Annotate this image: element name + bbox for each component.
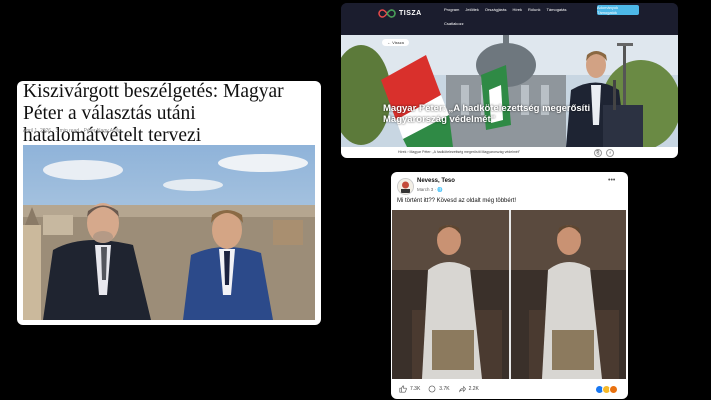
page-name[interactable]: Nevess, Teso [417,178,455,184]
facebook-post: Nevess, Teso March 3 · 🌐 ••• Mi történt … [391,172,628,399]
post-image[interactable] [392,210,626,379]
nav-item-rolunk[interactable]: Rólunk [528,7,540,12]
nav-item-csatlakozz[interactable]: Csatlakozz [444,21,464,26]
article-card: Kiszivárgott beszélgetés: Magyar Péter a… [17,81,321,325]
avatar[interactable] [397,178,414,195]
reactions-summary[interactable] [595,385,618,394]
facebook-icon[interactable]: f [606,149,614,157]
share-count: 2.2K [468,386,479,392]
nav-item-program[interactable]: Program [444,7,459,12]
share-button[interactable]: 2.2K [458,385,479,393]
nav-item-hirek[interactable]: Hírek [512,7,522,12]
nav-item-tamogatas[interactable]: Támogatás [546,7,566,12]
comment-button[interactable]: 3.7K [428,385,450,393]
tisza-headline: Magyar Péter: „A hadkötelezettség megerő… [383,103,591,125]
link-icon[interactable]: ⎘ [594,149,602,157]
share-buttons: ⎘ f [594,149,614,157]
breadcrumb[interactable]: Hírek › Magyar Péter: „A hadkötelezettsé… [398,150,520,154]
like-count: 7.3K [410,386,421,392]
tisza-hero-image: ← Vissza Magyar Péter: „A hadkötelezetts… [341,35,678,147]
post-date[interactable]: March 3 · 🌐 [417,187,443,193]
tisza-logo[interactable]: TISZA [378,9,422,18]
article-title[interactable]: Kiszivárgott beszélgetés: Magyar Péter a… [23,81,319,147]
tisza-website: TISZA Program Jelöltek Országjárás Hírek… [341,3,678,158]
nav-item-orszagjaras[interactable]: Országjárás [485,7,507,12]
comment-count: 3.7K [439,386,450,392]
more-options-icon[interactable]: ••• [608,177,615,184]
post-footer: 7.3K 3.7K 2.2K [391,379,628,399]
thumbs-up-icon [399,385,407,393]
angry-reaction-icon [609,385,618,394]
like-button[interactable]: 7.3K [399,385,420,393]
post-caption: Mi történt itt?? Kövesd az oldalt még tö… [397,198,517,204]
tisza-cta-button[interactable]: Adományok Támogatók [597,5,639,15]
infinity-logo-icon [378,9,396,18]
article-meta: April 1, 2026 · 3 min read · Péter Nagy … [23,128,121,134]
tisza-breadcrumb-bar: Hírek › Magyar Péter: „A hadkötelezettsé… [341,147,678,158]
tisza-nav-items: Program Jelöltek Országjárás Hírek Rólun… [444,7,567,12]
comment-icon [428,385,436,393]
article-photo [23,145,315,320]
tisza-logo-text: TISZA [399,10,422,17]
back-button[interactable]: ← Vissza [382,39,409,46]
nav-item-jeloltek[interactable]: Jelöltek [465,7,479,12]
tisza-navbar: TISZA Program Jelöltek Országjárás Hírek… [341,3,678,35]
share-icon [458,385,466,393]
